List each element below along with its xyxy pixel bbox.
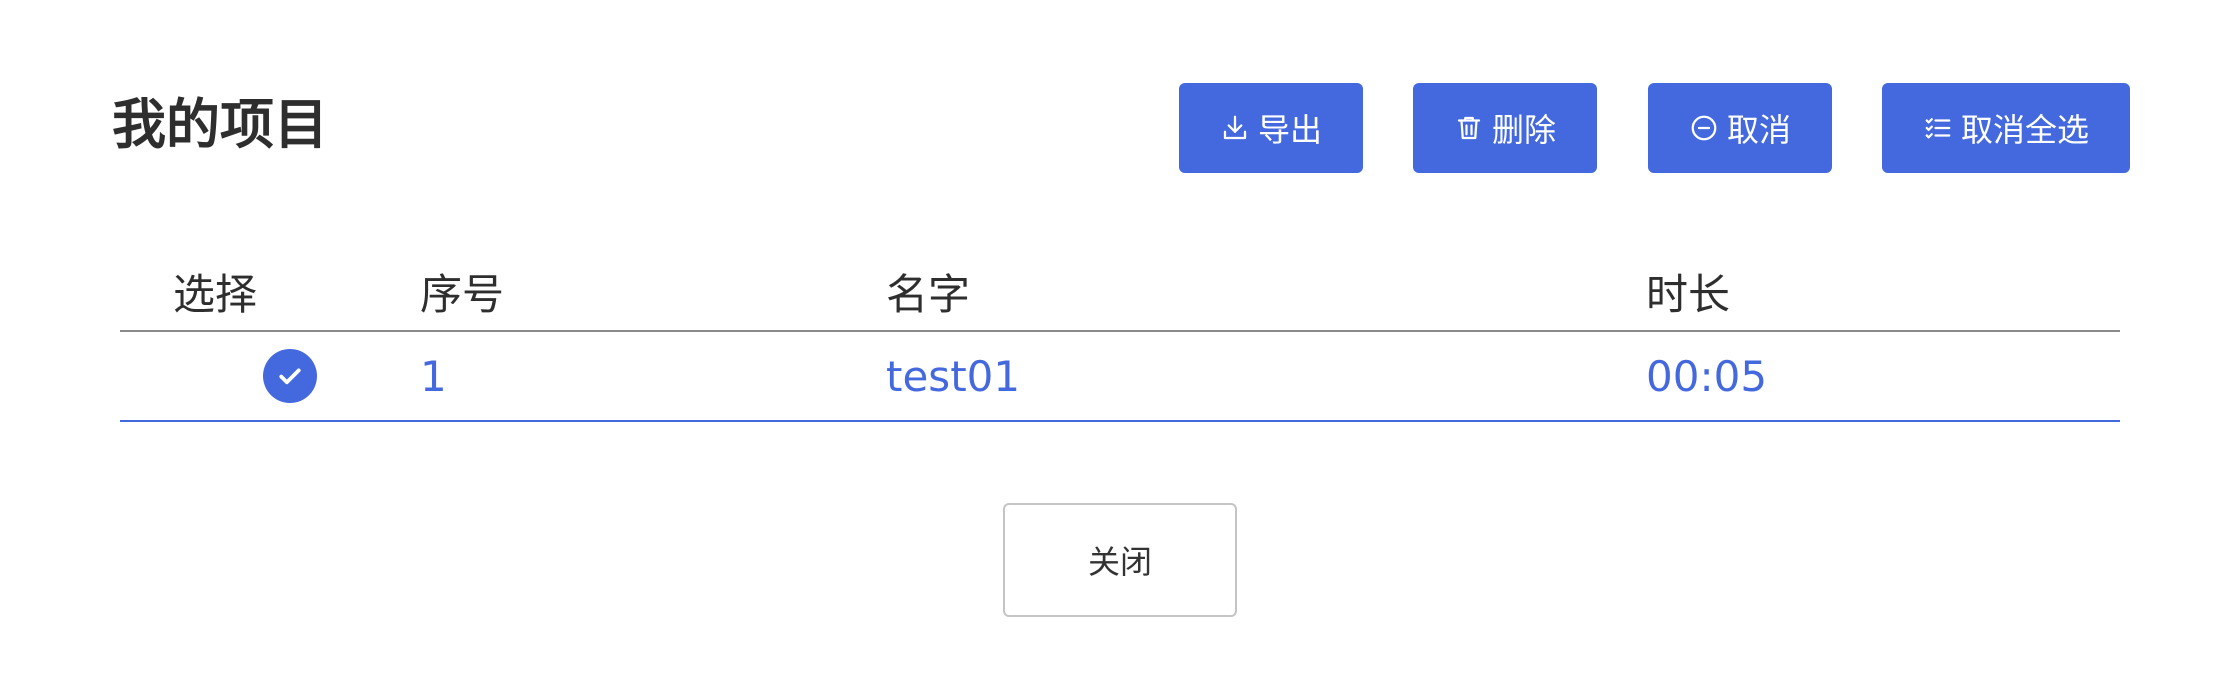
deselect-all-button[interactable]: 取消全选 bbox=[1882, 83, 2130, 173]
column-header-duration: 时长 bbox=[1646, 269, 1731, 319]
column-header-select: 选择 bbox=[173, 269, 258, 319]
deselect-all-button-label: 取消全选 bbox=[1960, 111, 2089, 149]
cancel-button[interactable]: 取消 bbox=[1648, 83, 1832, 173]
minus-circle-icon bbox=[1689, 113, 1719, 143]
column-header-index: 序号 bbox=[420, 269, 505, 319]
cancel-button-label: 取消 bbox=[1726, 111, 1791, 149]
row-duration: 00:05 bbox=[1646, 351, 1768, 401]
export-button[interactable]: 导出 bbox=[1179, 83, 1363, 173]
export-button-label: 导出 bbox=[1257, 111, 1322, 149]
row-index: 1 bbox=[420, 351, 447, 401]
table-header-row: 选择 序号 名字 时长 bbox=[120, 252, 2120, 331]
column-header-name: 名字 bbox=[886, 269, 971, 319]
table-row[interactable]: 1 test01 00:05 bbox=[120, 331, 2120, 421]
row-select-cell bbox=[120, 331, 420, 421]
download-icon bbox=[1220, 113, 1250, 143]
delete-button-label: 删除 bbox=[1491, 111, 1556, 149]
checklist-icon bbox=[1923, 113, 1953, 143]
toolbar: 导出 删除 取消 取消全选 bbox=[0, 83, 2240, 173]
trash-icon bbox=[1454, 113, 1484, 143]
project-table: 选择 序号 名字 时长 1 test01 00:05 bbox=[120, 252, 2120, 422]
close-button[interactable]: 关闭 bbox=[1003, 503, 1237, 617]
check-circle-icon[interactable] bbox=[263, 349, 317, 404]
project-dialog: 我的项目 导出 删除 取消 取消全选 选择 序号 名字 时长 1 test01 … bbox=[0, 0, 2240, 696]
delete-button[interactable]: 删除 bbox=[1413, 83, 1597, 173]
row-name: test01 bbox=[886, 351, 1021, 401]
